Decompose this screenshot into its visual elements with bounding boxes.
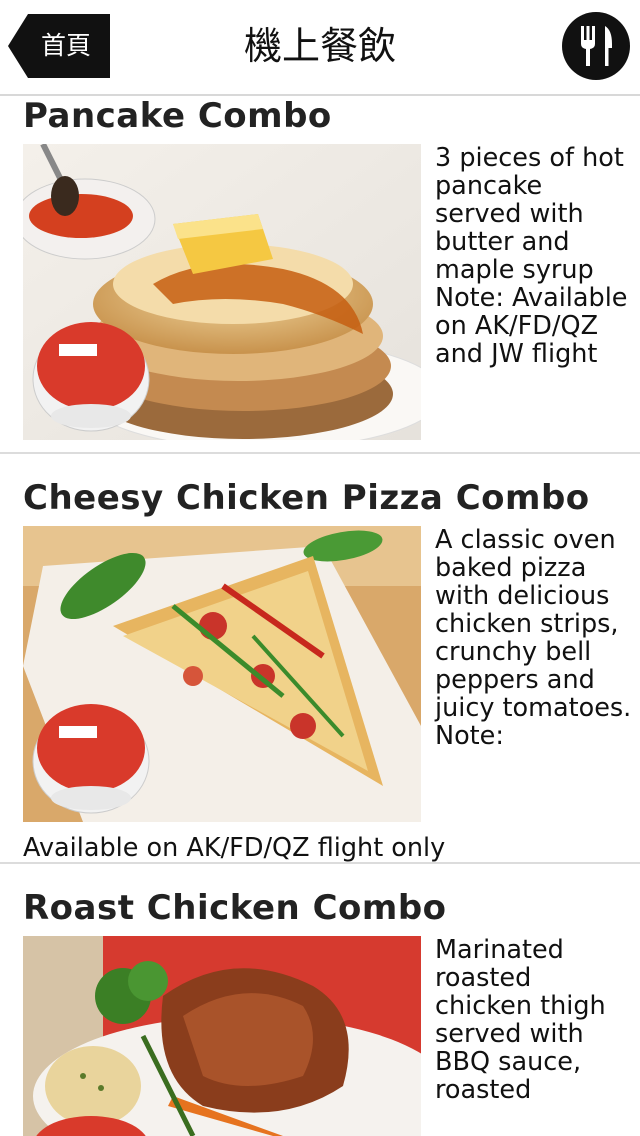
pizza-image[interactable] [23, 526, 421, 822]
pancake-image[interactable] [23, 144, 421, 440]
item-description-pancake: 3 pieces of hot pancake served with butt… [435, 143, 628, 369]
home-back-button[interactable]: 首頁 [8, 14, 110, 78]
item-description-pizza: A classic oven baked pizza with deliciou… [435, 525, 632, 751]
app-header: 首頁 機上餐飲 [0, 0, 640, 96]
divider [0, 452, 640, 454]
item-title-roast-chicken: Roast Chicken Combo [23, 888, 447, 928]
item-title-pizza: Cheesy Chicken Pizza Combo [23, 478, 590, 518]
fork-knife-icon[interactable] [562, 12, 630, 80]
item-description-pizza-continued: Available on AK/FD/QZ flight only [23, 833, 446, 863]
item-description-roast-chicken: Marinated roasted chicken thigh served w… [435, 935, 606, 1105]
divider [0, 862, 640, 864]
roast-chicken-image[interactable] [23, 936, 421, 1136]
item-title-pancake: Pancake Combo [23, 96, 332, 136]
page-title: 機上餐飲 [243, 24, 396, 68]
